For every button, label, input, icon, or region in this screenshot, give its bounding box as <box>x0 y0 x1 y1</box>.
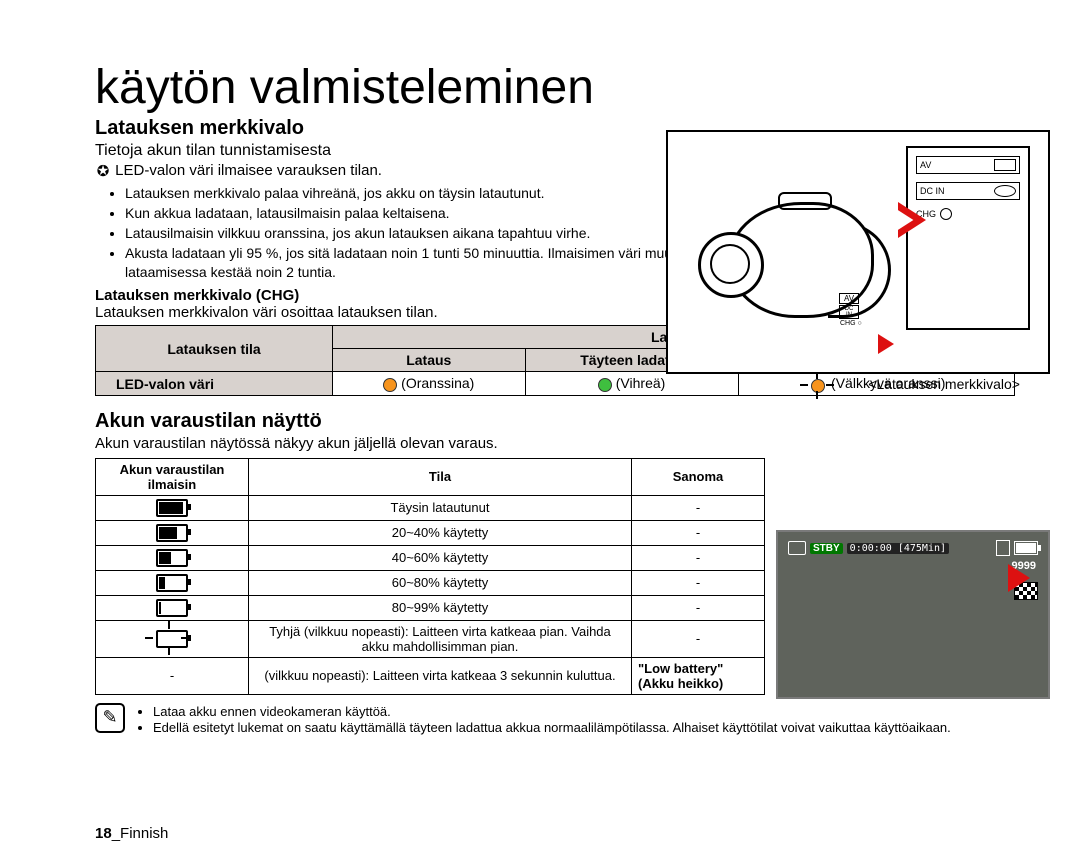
battery-msg-cell: - <box>632 620 765 657</box>
bt-h0: Akun varaustilan ilmaisin <box>96 458 249 495</box>
battery-indicator-cell <box>96 620 249 657</box>
led-cell: (Vihreä) <box>525 372 738 395</box>
led-table-state-header: Latauksen tila <box>96 326 333 372</box>
starline-text: LED-valon väri ilmaisee varauksen tilan. <box>115 162 382 179</box>
table-row: -(vilkkuu nopeasti): Laitteen virta katk… <box>96 657 765 694</box>
battery-msg-cell: - <box>632 595 765 620</box>
battery-state-cell: 80~99% käytetty <box>249 595 632 620</box>
led-orange-icon <box>383 378 397 392</box>
table-row: 60~80% käytetty- <box>96 570 765 595</box>
battery-indicator-cell <box>96 520 249 545</box>
manual-page: käytön valmisteleminen Latauksen merkkiv… <box>0 0 1080 866</box>
battery-icon <box>156 549 188 567</box>
note-item: Lataa akku ennen videokameran käyttöä. <box>153 704 951 719</box>
red-arrow-icon <box>1008 564 1030 592</box>
notes-list: Lataa akku ennen videokameran käyttöä. E… <box>135 703 951 736</box>
camera-illustration: AV DC IN CHG ○ <box>688 172 898 332</box>
battery-table: Akun varaustilan ilmaisin Tila Sanoma Tä… <box>95 458 765 695</box>
av-port: AV <box>916 156 1020 174</box>
battery-msg-cell: - <box>632 520 765 545</box>
page-title: käytön valmisteleminen <box>95 60 1020 115</box>
battery-indicator-cell <box>96 570 249 595</box>
figure-caption: <Latauksen merkkivalo> <box>868 376 1020 392</box>
port-panel-zoom: AV DC IN CHG <box>906 146 1030 330</box>
battery-state-cell: 20~40% käytetty <box>249 520 632 545</box>
battery-msg-cell: - <box>632 570 765 595</box>
osd-top: STBY 0:00:00 [475Min] <box>788 540 1038 556</box>
dcin-port: DC IN <box>916 182 1020 200</box>
led-blink-orange-icon <box>811 379 825 393</box>
sd-card-icon <box>996 540 1010 556</box>
battery-state-cell: 60~80% käytetty <box>249 570 632 595</box>
note-icon: ✎ <box>95 703 125 733</box>
bt-h2: Sanoma <box>632 458 765 495</box>
led-row-color: LED-valon väri <box>96 372 333 395</box>
battery-msg-cell: - <box>632 545 765 570</box>
battery-indicator-cell <box>96 495 249 520</box>
table-row: 40~60% käytetty- <box>96 545 765 570</box>
page-lang: Finnish <box>120 825 168 842</box>
red-arrow-icon <box>898 202 926 238</box>
note-item: Edellä esitetyt lukemat on saatu käyttäm… <box>153 720 951 735</box>
battery-icon <box>156 599 188 617</box>
star-icon: ✪ <box>95 162 111 180</box>
table-row: 80~99% käytetty- <box>96 595 765 620</box>
battery-icon <box>156 574 188 592</box>
section2-desc: Akun varaustilan näytössä näkyy akun jäl… <box>95 435 1020 452</box>
battery-icon <box>156 524 188 542</box>
page-number: 18 <box>95 825 112 842</box>
battery-state-cell: Tyhjä (vilkkuu nopeasti): Laitteen virta… <box>249 620 632 657</box>
table-row: Täysin latautunut- <box>96 495 765 520</box>
led-col: Lataus <box>333 349 526 372</box>
figure-lcd: STBY 0:00:00 [475Min] 9999 <box>776 530 1050 699</box>
battery-state-cell: (vilkkuu nopeasti): Laitteen virta katke… <box>249 657 632 694</box>
bt-h1: Tila <box>249 458 632 495</box>
stby-badge: STBY <box>810 543 843 554</box>
figure-camera: AV DC IN CHG ○ AV DC IN CHG <box>666 130 1050 374</box>
battery-indicator-cell: - <box>96 657 249 694</box>
led-green-icon <box>598 378 612 392</box>
battery-msg-cell: - <box>632 495 765 520</box>
table-row: 20~40% käytetty- <box>96 520 765 545</box>
notes-block: ✎ Lataa akku ennen videokameran käyttöä.… <box>95 703 1020 736</box>
table-row: Tyhjä (vilkkuu nopeasti): Laitteen virta… <box>96 620 765 657</box>
chg-led: CHG <box>916 208 1020 220</box>
battery-state-cell: 40~60% käytetty <box>249 545 632 570</box>
battery-state-cell: Täysin latautunut <box>249 495 632 520</box>
osd-time: 0:00:00 [475Min] <box>847 543 949 554</box>
battery-osd-icon <box>1014 541 1038 555</box>
camera-mode-icon <box>788 541 806 555</box>
red-arrow-icon <box>878 334 894 354</box>
battery-msg-cell: "Low battery"(Akku heikko) <box>632 657 765 694</box>
battery-indicator-cell <box>96 545 249 570</box>
battery-icon <box>156 499 188 517</box>
battery-indicator-cell <box>96 595 249 620</box>
page-footer: 18_Finnish <box>95 825 168 842</box>
led-cell: (Oranssina) <box>333 372 526 395</box>
section2-heading: Akun varaustilan näyttö <box>95 410 1020 433</box>
